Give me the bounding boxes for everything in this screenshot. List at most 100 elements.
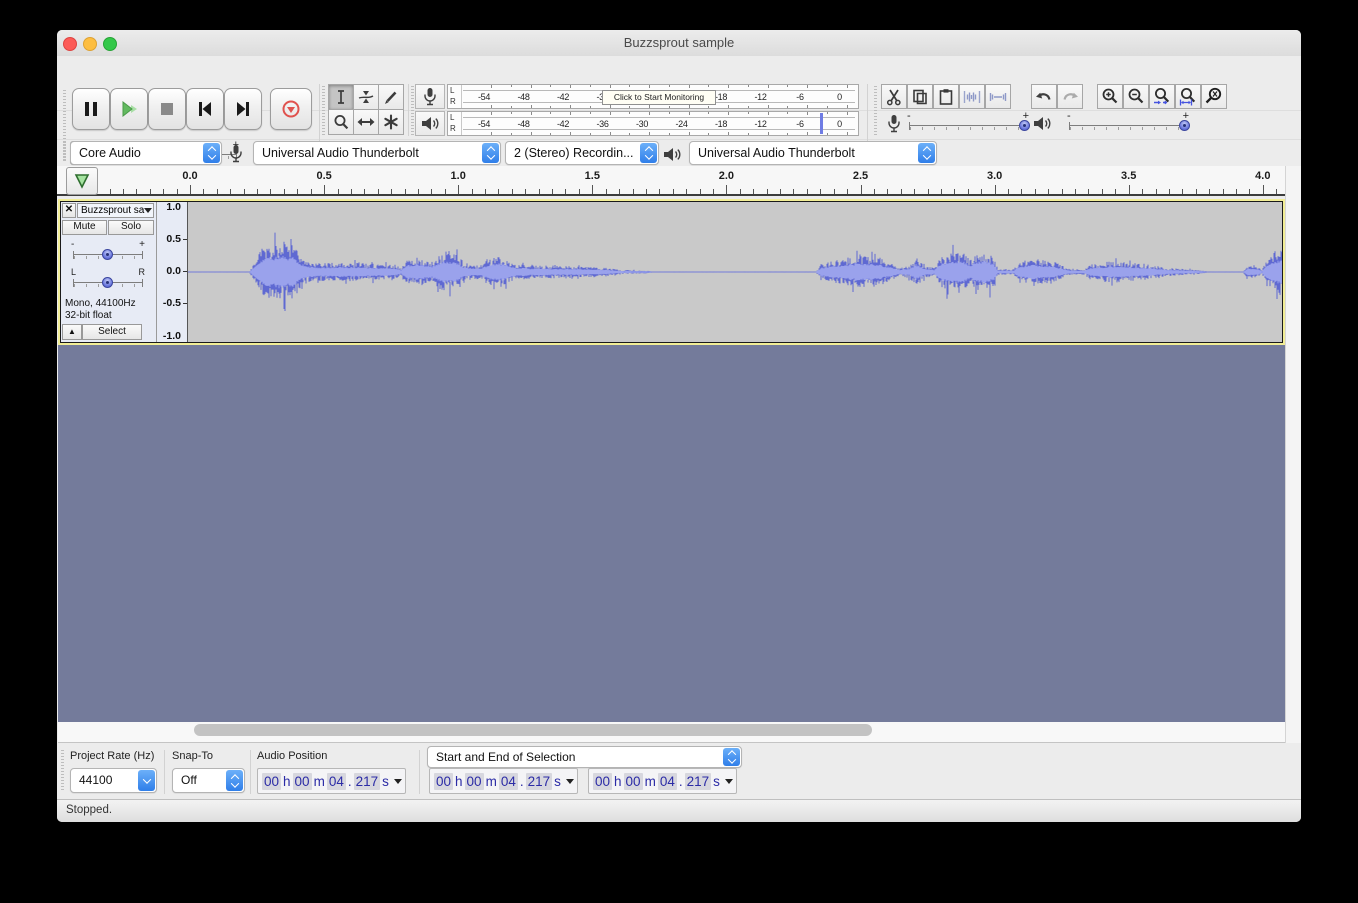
envelope-tool-button[interactable] xyxy=(353,84,379,110)
zoom-tool-button[interactable] xyxy=(328,109,354,135)
recording-volume-thumb[interactable] xyxy=(1019,120,1030,131)
pause-button[interactable] xyxy=(72,88,110,130)
pan-slider[interactable]: L R xyxy=(71,270,145,292)
snap-to-select[interactable]: Off xyxy=(172,768,245,793)
solo-button[interactable]: Solo xyxy=(108,220,154,235)
monitoring-hint[interactable]: Click to Start Monitoring xyxy=(602,90,716,105)
gain-slider[interactable]: - + xyxy=(71,242,145,264)
zoom-selection-icon xyxy=(1153,87,1172,106)
zoom-selection-button[interactable] xyxy=(1149,84,1175,109)
selection-start-field[interactable]: 00h00m04.217s xyxy=(429,768,578,794)
vertical-scrollbar[interactable] xyxy=(1285,166,1301,743)
zoom-in-button[interactable] xyxy=(1097,84,1123,109)
track-control-panel: ✕ Buzzsprout sa Mute Solo - + L R Mono, … xyxy=(61,202,157,342)
track-collapse-button[interactable]: ▲ xyxy=(62,324,82,340)
time-field-dropdown-arrow[interactable] xyxy=(394,779,402,784)
time-digit-group[interactable]: 00 xyxy=(262,773,281,790)
time-digit-group[interactable]: 217 xyxy=(685,773,712,790)
time-unit-label: h xyxy=(614,774,622,789)
microphone-icon xyxy=(423,87,437,106)
paste-button[interactable] xyxy=(933,84,959,109)
fit-project-button[interactable] xyxy=(1175,84,1201,109)
horizontal-scrollbar[interactable] xyxy=(58,722,1285,743)
time-digit-group[interactable]: 00 xyxy=(593,773,612,790)
trim-audio-button[interactable] xyxy=(959,84,985,109)
time-digit-group[interactable]: 00 xyxy=(434,773,453,790)
play-button[interactable] xyxy=(110,88,148,130)
draw-tool-button[interactable] xyxy=(378,84,404,110)
stop-button[interactable] xyxy=(148,88,186,130)
cut-button[interactable] xyxy=(881,84,907,109)
pan-thumb[interactable] xyxy=(102,277,113,288)
zoom-fit-icon xyxy=(1179,87,1198,106)
skip-start-icon xyxy=(197,101,213,117)
timeline-label: 4.0 xyxy=(1255,170,1270,182)
track-name[interactable]: Buzzsprout sa xyxy=(77,203,154,218)
multi-tool-button[interactable] xyxy=(378,109,404,135)
track-area-background[interactable] xyxy=(58,345,1285,722)
track-close-button[interactable]: ✕ xyxy=(62,203,76,218)
playback-volume-thumb[interactable] xyxy=(1179,120,1190,131)
chevron-up-down-icon xyxy=(640,143,657,163)
time-digit-group[interactable]: 00 xyxy=(624,773,643,790)
time-digit-group[interactable]: 04 xyxy=(327,773,346,790)
recording-device-select[interactable]: Universal Audio Thunderbolt xyxy=(253,141,501,165)
time-field-dropdown-arrow[interactable] xyxy=(566,779,574,784)
paste-icon xyxy=(937,88,955,106)
timeshift-tool-button[interactable] xyxy=(353,109,379,135)
playback-volume-slider[interactable]: -+ xyxy=(1067,113,1189,135)
redo-button[interactable] xyxy=(1057,84,1083,109)
audio-position-label: Audio Position xyxy=(257,750,327,762)
recording-meter[interactable]: LR Click to Start Monitoring -54-48-42-3… xyxy=(447,84,859,109)
timeline-ruler[interactable]: 0.00.51.01.52.02.53.03.54.0 xyxy=(57,166,1285,196)
record-button[interactable] xyxy=(270,88,312,130)
project-rate-select[interactable]: 44100 xyxy=(70,768,157,793)
recording-channels-select[interactable]: 2 (Stereo) Recordin... xyxy=(505,141,659,165)
meter-db-label: -42 xyxy=(557,119,569,129)
time-digit-group[interactable]: 04 xyxy=(658,773,677,790)
gain-thumb[interactable] xyxy=(102,249,113,260)
playback-device-select[interactable]: Universal Audio Thunderbolt xyxy=(689,141,937,165)
selection-tool-button[interactable] xyxy=(328,84,354,110)
zoom-toggle-button[interactable] xyxy=(1201,84,1227,109)
zoom-toggle-icon xyxy=(1204,87,1224,106)
record-meter-mic-button[interactable] xyxy=(415,84,445,109)
trim-icon xyxy=(962,88,982,106)
time-digit-group[interactable]: 04 xyxy=(499,773,518,790)
silence-audio-button[interactable] xyxy=(985,84,1011,109)
selection-mode-select[interactable]: Start and End of Selection xyxy=(427,746,742,768)
desktop: Buzzsprout sample xyxy=(0,0,1358,903)
skip-end-icon xyxy=(235,101,251,117)
meter-db-label: -36 xyxy=(596,119,608,129)
zoom-out-button[interactable] xyxy=(1123,84,1149,109)
timeshift-tool-icon xyxy=(357,113,375,131)
play-icon xyxy=(120,101,138,117)
timeline-label: 2.0 xyxy=(719,170,734,182)
skip-to-end-button[interactable] xyxy=(224,88,262,130)
time-digit-group[interactable]: 217 xyxy=(526,773,553,790)
mute-button[interactable]: Mute xyxy=(62,220,107,235)
track-select-button[interactable]: Select xyxy=(82,324,142,340)
time-digit-group[interactable]: 00 xyxy=(293,773,312,790)
recording-volume-slider[interactable]: -+ xyxy=(907,113,1029,135)
vertical-ruler[interactable]: 1.00.50.0-0.5-1.0 xyxy=(157,202,188,342)
time-digit-group[interactable]: 00 xyxy=(465,773,484,790)
time-digit-group[interactable]: 217 xyxy=(354,773,381,790)
timeline-options-button[interactable] xyxy=(66,167,98,195)
undo-button[interactable] xyxy=(1031,84,1057,109)
audio-host-select[interactable]: Core Audio xyxy=(70,141,222,165)
playback-meter[interactable]: LR -54-48-42-36-30-24-18-12-60 xyxy=(447,111,859,136)
title-bar[interactable]: Buzzsprout sample xyxy=(57,30,1301,57)
waveform-area[interactable] xyxy=(188,202,1282,342)
audio-position-field[interactable]: 00h00m04.217s xyxy=(257,768,406,794)
horizontal-scrollbar-thumb[interactable] xyxy=(194,724,872,736)
window-title: Buzzsprout sample xyxy=(57,30,1301,56)
time-field-dropdown-arrow[interactable] xyxy=(725,779,733,784)
record-icon xyxy=(281,99,301,119)
skip-to-start-button[interactable] xyxy=(186,88,224,130)
selection-end-field[interactable]: 00h00m04.217s xyxy=(588,768,737,794)
meter-db-label: -12 xyxy=(754,119,766,129)
draw-tool-icon xyxy=(382,88,400,106)
copy-button[interactable] xyxy=(907,84,933,109)
play-meter-speaker-button[interactable] xyxy=(415,111,445,136)
